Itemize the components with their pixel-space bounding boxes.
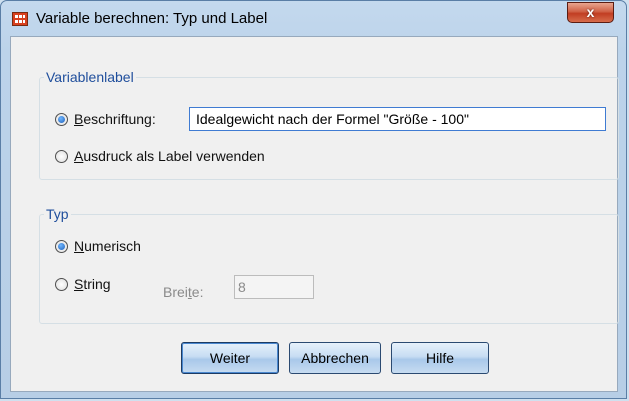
- variablenlabel-legend: Variablenlabel: [46, 69, 134, 85]
- beschriftung-input[interactable]: [189, 107, 606, 131]
- string-radio[interactable]: String: [55, 276, 111, 292]
- radio-unselected-icon: [55, 277, 68, 291]
- beschriftung-radio[interactable]: Beschriftung:: [55, 111, 156, 127]
- dialog-window: Variable berechnen: Typ und Label x Vari…: [0, 0, 627, 399]
- typ-legend: Typ: [46, 206, 69, 222]
- hilfe-button[interactable]: Hilfe: [391, 342, 489, 374]
- numerisch-radio[interactable]: Numerisch: [55, 238, 141, 254]
- typ-group: Typ: [39, 206, 619, 324]
- radio-selected-icon: [55, 239, 68, 253]
- beschriftung-label: Beschriftung:: [74, 111, 156, 127]
- abbrechen-button[interactable]: Abbrechen: [289, 342, 381, 374]
- weiter-button[interactable]: Weiter: [181, 342, 279, 374]
- close-icon: x: [586, 4, 595, 20]
- breite-input: [234, 275, 314, 299]
- close-button[interactable]: x: [567, 2, 614, 23]
- window-title: Variable berechnen: Typ und Label: [36, 10, 268, 27]
- dialog-content: Variablenlabel Beschriftung: Ausdruck al…: [10, 36, 619, 392]
- title-bar[interactable]: Variable berechnen: Typ und Label x: [1, 1, 626, 35]
- ausdruck-label: Ausdruck als Label verwenden: [74, 148, 265, 164]
- numerisch-label: Numerisch: [74, 238, 141, 254]
- string-label: String: [74, 276, 111, 292]
- radio-unselected-icon: [55, 149, 68, 163]
- breite-label: Breite:: [163, 284, 204, 300]
- radio-selected-icon: [55, 112, 68, 126]
- spss-app-icon: [12, 12, 28, 26]
- ausdruck-radio[interactable]: Ausdruck als Label verwenden: [55, 148, 265, 164]
